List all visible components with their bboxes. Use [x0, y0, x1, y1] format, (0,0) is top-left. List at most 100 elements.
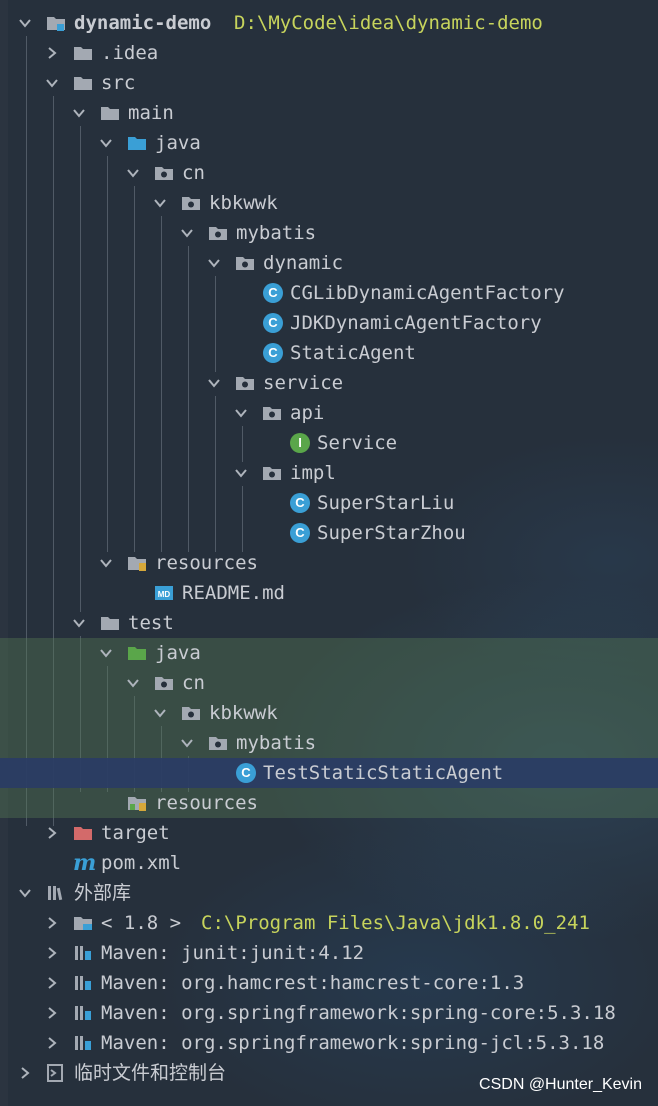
node-label: resources — [155, 552, 258, 574]
tree-row-idea[interactable]: .idea — [0, 38, 658, 68]
chevron-right-icon[interactable] — [45, 1006, 59, 1020]
chevron-down-icon[interactable] — [153, 706, 167, 720]
chevron-down-icon[interactable] — [99, 136, 113, 150]
tree-row-resources-main[interactable]: resources — [0, 548, 658, 578]
chevron-down-icon[interactable] — [99, 646, 113, 660]
chevron-down-icon[interactable] — [126, 166, 140, 180]
jdk-icon — [74, 917, 92, 930]
package-icon — [208, 733, 228, 753]
chevron-down-icon[interactable] — [18, 16, 32, 30]
scratch-icon — [47, 1064, 63, 1082]
chevron-right-icon[interactable] — [45, 946, 59, 960]
node-label: dynamic — [263, 252, 344, 274]
tree-row-test[interactable]: test — [0, 608, 658, 638]
maven-library-icon — [75, 976, 91, 990]
chevron-down-icon[interactable] — [234, 466, 248, 480]
node-label: .idea — [101, 42, 159, 64]
tree-row-lib[interactable]: Maven: org.hamcrest:hamcrest-core:1.3 — [0, 968, 658, 998]
tree-row-mybatis-main[interactable]: mybatis — [0, 218, 658, 248]
project-tree: dynamic-demo D:\MyCode\idea\dynamic-demo… — [0, 0, 658, 1106]
tree-row-dynamic[interactable]: dynamic — [0, 248, 658, 278]
tree-row-superstar-zhou[interactable]: C SuperStarZhou — [0, 518, 658, 548]
tree-row-test-class[interactable]: C TestStaticStaticAgent — [0, 758, 658, 788]
tree-row-jdk[interactable]: < 1.8 > C:\Program Files\Java\jdk1.8.0_2… — [0, 908, 658, 938]
tree-row-superstar-liu[interactable]: C SuperStarLiu — [0, 488, 658, 518]
excluded-folder-icon — [73, 823, 93, 843]
chevron-down-icon[interactable] — [207, 256, 221, 270]
folder-icon — [100, 613, 120, 633]
package-icon — [262, 403, 282, 423]
package-icon — [235, 253, 255, 273]
chevron-down-icon[interactable] — [153, 196, 167, 210]
tree-row-lib[interactable]: Maven: org.springframework:spring-core:5… — [0, 998, 658, 1028]
package-icon — [208, 223, 228, 243]
chevron-right-icon[interactable] — [45, 976, 59, 990]
project-path: D:\MyCode\idea\dynamic-demo — [234, 12, 543, 34]
chevron-down-icon[interactable] — [72, 106, 86, 120]
chevron-right-icon[interactable] — [45, 1036, 59, 1050]
tree-row-project[interactable]: dynamic-demo D:\MyCode\idea\dynamic-demo — [0, 8, 658, 38]
chevron-right-icon[interactable] — [45, 916, 59, 930]
tree-row-cn-test[interactable]: cn — [0, 668, 658, 698]
interface-icon: I — [290, 433, 310, 453]
tree-row-service[interactable]: service — [0, 368, 658, 398]
chevron-down-icon[interactable] — [207, 376, 221, 390]
node-label: impl — [290, 462, 336, 484]
tree-row-api[interactable]: api — [0, 398, 658, 428]
library-icon — [48, 886, 63, 901]
tree-row-java-main[interactable]: java — [0, 128, 658, 158]
chevron-down-icon[interactable] — [234, 406, 248, 420]
chevron-down-icon[interactable] — [72, 616, 86, 630]
chevron-down-icon[interactable] — [126, 676, 140, 690]
tree-row-static-agent[interactable]: C StaticAgent — [0, 338, 658, 368]
chevron-down-icon[interactable] — [180, 736, 194, 750]
tree-row-jdk-factory[interactable]: C JDKDynamicAgentFactory — [0, 308, 658, 338]
tree-row-java-test[interactable]: java — [0, 638, 658, 668]
project-name: dynamic-demo — [74, 12, 212, 34]
node-label: SuperStarLiu — [317, 492, 455, 514]
tree-row-service-interface[interactable]: I Service — [0, 428, 658, 458]
tree-row-pom[interactable]: m pom.xml — [0, 848, 658, 878]
test-resources-folder-icon — [128, 797, 146, 811]
node-label: < 1.8 > — [101, 912, 182, 934]
node-label: Maven: org.springframework:spring-jcl:5.… — [101, 1032, 605, 1054]
maven-library-icon — [75, 1006, 91, 1020]
tree-row-lib[interactable]: Maven: junit:junit:4.12 — [0, 938, 658, 968]
package-icon — [154, 163, 174, 183]
tree-row-external-libraries[interactable]: 外部库 — [0, 878, 658, 908]
chevron-down-icon[interactable] — [45, 76, 59, 90]
node-label: resources — [155, 792, 258, 814]
chevron-right-icon[interactable] — [18, 1066, 32, 1080]
tree-row-impl[interactable]: impl — [0, 458, 658, 488]
chevron-down-icon[interactable] — [180, 226, 194, 240]
tree-row-target[interactable]: target — [0, 818, 658, 848]
tree-row-main[interactable]: main — [0, 98, 658, 128]
node-label: StaticAgent — [290, 342, 416, 364]
chevron-right-icon[interactable] — [45, 826, 59, 840]
tree-row-mybatis-test[interactable]: mybatis — [0, 728, 658, 758]
chevron-down-icon[interactable] — [99, 556, 113, 570]
tree-row-src[interactable]: src — [0, 68, 658, 98]
tree-row-resources-test[interactable]: resources — [0, 788, 658, 818]
tree-row-kbkwwk-test[interactable]: kbkwwk — [0, 698, 658, 728]
chevron-right-icon[interactable] — [45, 46, 59, 60]
node-label: kbkwwk — [209, 702, 278, 724]
folder-icon — [73, 73, 93, 93]
tree-row-lib[interactable]: Maven: org.springframework:spring-jcl:5.… — [0, 1028, 658, 1058]
node-label: CGLibDynamicAgentFactory — [290, 282, 565, 304]
tree-row-cglib[interactable]: C CGLibDynamicAgentFactory — [0, 278, 658, 308]
tree-row-kbkwwk-main[interactable]: kbkwwk — [0, 188, 658, 218]
folder-icon — [100, 103, 120, 123]
tree-row-cn-main[interactable]: cn — [0, 158, 658, 188]
node-label: 临时文件和控制台 — [74, 1062, 227, 1084]
package-icon — [181, 703, 201, 723]
node-label: test — [128, 612, 174, 634]
chevron-down-icon[interactable] — [18, 886, 32, 900]
node-label: cn — [182, 162, 205, 184]
package-icon — [181, 193, 201, 213]
maven-library-icon — [75, 1036, 91, 1050]
node-label: Maven: org.hamcrest:hamcrest-core:1.3 — [101, 972, 525, 994]
node-label: JDKDynamicAgentFactory — [290, 312, 542, 334]
node-label: mybatis — [236, 732, 317, 754]
tree-row-readme[interactable]: MD README.md — [0, 578, 658, 608]
